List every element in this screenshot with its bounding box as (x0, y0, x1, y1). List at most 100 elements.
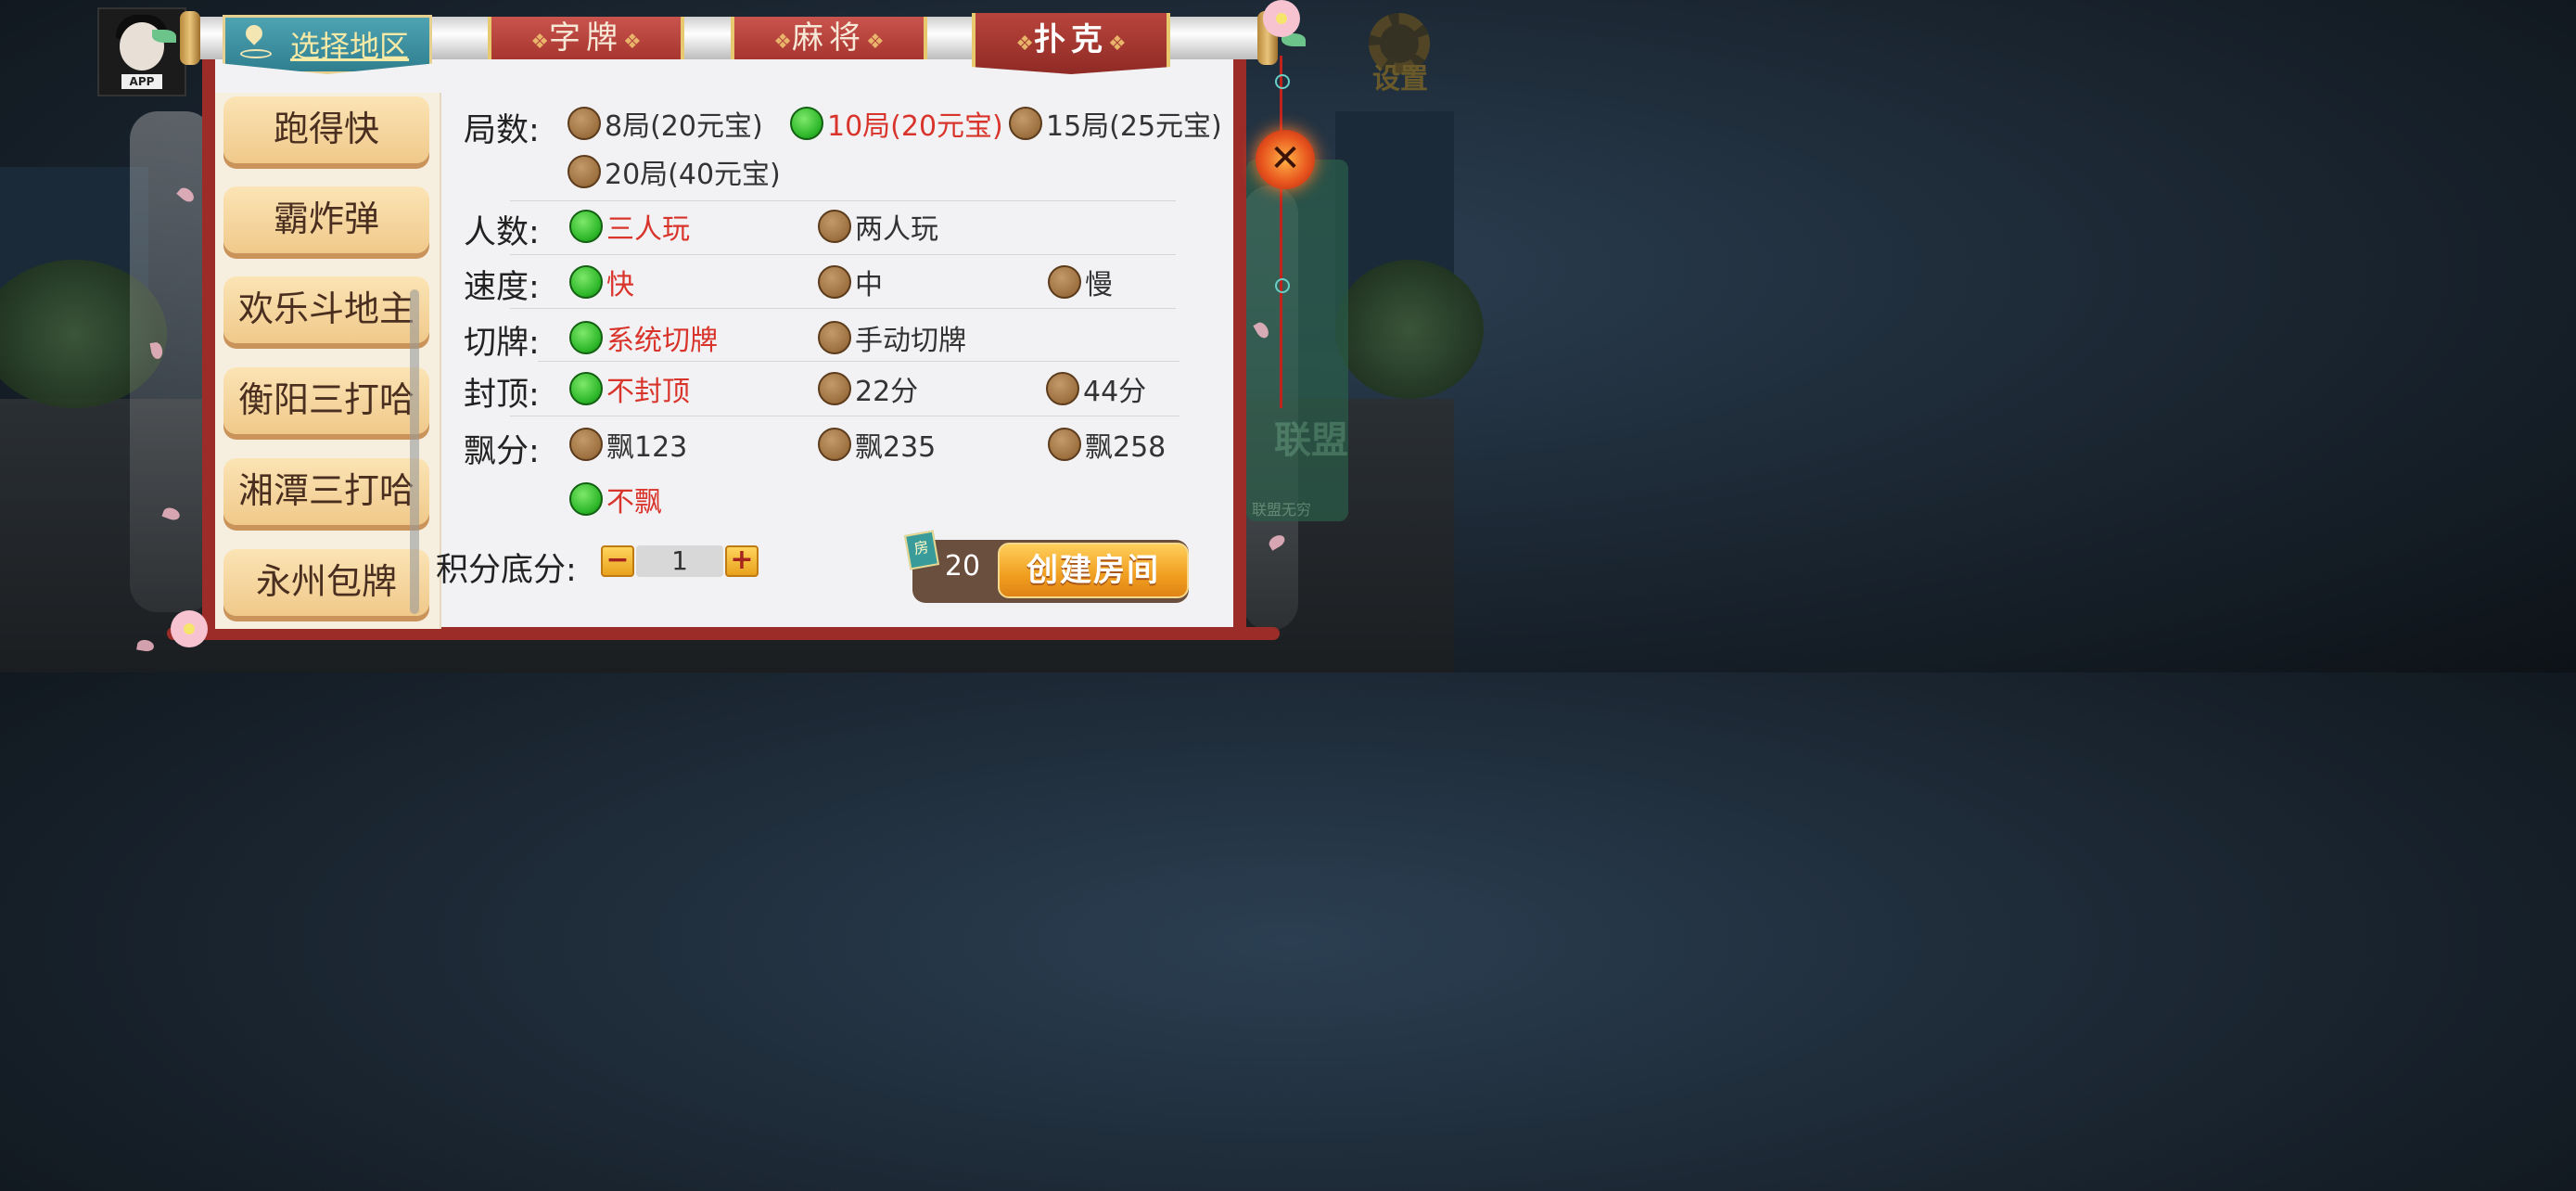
ornament-icon: ❖ (1015, 32, 1034, 56)
radio-dot (818, 321, 851, 354)
tab-label: 麻将 (792, 19, 866, 57)
speed-option-medium[interactable]: 中 (818, 263, 883, 301)
option-label: 快 (606, 269, 634, 301)
hanging-string (1280, 56, 1282, 408)
sidebar-item-yongzhou[interactable]: 永州包牌 (223, 549, 429, 616)
flower-decoration (171, 610, 208, 647)
option-label: 飘235 (855, 431, 937, 464)
string-bead (1275, 278, 1290, 293)
sidebar-item-paodekuai[interactable]: 跑得快 (223, 96, 429, 163)
option-label: 系统切牌 (606, 325, 718, 357)
room-card-icon: 房 (903, 530, 940, 570)
option-label: 三人玩 (606, 213, 690, 246)
cap-option-22[interactable]: 22分 (818, 370, 918, 408)
float-option-235[interactable]: 飘235 (818, 426, 937, 464)
option-label: 20局(40元宝) (605, 159, 781, 191)
option-label: 飘123 (606, 431, 688, 464)
option-label: 8局(20元宝) (605, 110, 763, 143)
row-divider (510, 254, 1176, 255)
radio-dot (1048, 428, 1081, 461)
alliance-title: 联盟 (1274, 419, 1348, 462)
radio-dot (1009, 107, 1042, 140)
sidebar-scrollbar[interactable] (410, 289, 419, 614)
speed-label: 速度: (464, 269, 540, 306)
cap-label: 封顶: (464, 377, 540, 414)
float-label: 飘分: (464, 433, 540, 470)
radio-dot (818, 265, 851, 299)
option-label: 两人玩 (855, 213, 938, 246)
location-pin-base (240, 49, 272, 58)
radio-dot (567, 107, 601, 140)
background-silk (130, 111, 213, 612)
ornament-icon: ❖ (866, 31, 885, 54)
radio-dot-selected (569, 265, 603, 299)
cap-option-44[interactable]: 44分 (1046, 370, 1146, 408)
select-region-label: 选择地区 (290, 29, 410, 64)
radio-dot (818, 428, 851, 461)
tab-puke[interactable]: ❖扑克❖ (972, 13, 1170, 74)
tab-zipai[interactable]: ❖字牌❖ (488, 17, 684, 59)
leaf-decoration (152, 30, 176, 43)
tab-majiang[interactable]: ❖麻将❖ (731, 17, 927, 59)
radio-dot (567, 155, 601, 188)
float-option-none[interactable]: 不飘 (569, 480, 662, 519)
sidebar-item-hengyang[interactable]: 衡阳三打哈 (223, 367, 429, 434)
radio-dot (569, 428, 603, 461)
cut-option-manual[interactable]: 手动切牌 (818, 319, 966, 357)
rounds-option-8[interactable]: 8局(20元宝) (567, 105, 763, 143)
radio-dot (1046, 372, 1079, 405)
score-value: 1 (636, 545, 723, 577)
row-divider (538, 361, 1180, 362)
players-option-3[interactable]: 三人玩 (569, 208, 690, 246)
option-label: 慢 (1085, 269, 1113, 301)
float-option-258[interactable]: 飘258 (1048, 426, 1167, 464)
speed-option-fast[interactable]: 快 (569, 263, 634, 301)
radio-dot-selected (569, 321, 603, 354)
float-option-123[interactable]: 飘123 (569, 426, 688, 464)
score-plus-button[interactable]: + (725, 545, 759, 577)
sidebar-item-xiangtan[interactable]: 湘潭三打哈 (223, 458, 429, 525)
sidebar-item-bazhadan[interactable]: 霸炸弹 (223, 186, 429, 253)
radio-dot-selected (569, 482, 603, 516)
cut-option-system[interactable]: 系统切牌 (569, 319, 718, 357)
score-minus-button[interactable]: − (601, 545, 634, 577)
tab-label: 字牌 (549, 19, 623, 57)
cap-option-none[interactable]: 不封顶 (569, 370, 690, 408)
option-label: 不飘 (606, 486, 662, 519)
close-button[interactable]: ✕ (1256, 130, 1315, 189)
players-option-2[interactable]: 两人玩 (818, 208, 938, 246)
settings-label: 设置 (1372, 63, 1428, 96)
location-pin-icon (242, 21, 266, 45)
speed-option-slow[interactable]: 慢 (1048, 263, 1113, 301)
ornament-icon: ❖ (1108, 32, 1127, 56)
rounds-option-10[interactable]: 10局(20元宝) (790, 105, 1003, 143)
option-label: 中 (855, 269, 883, 301)
rounds-label: 局数: (464, 112, 540, 149)
ornament-icon: ❖ (623, 31, 642, 54)
create-room-button[interactable]: 创建房间 (998, 543, 1189, 598)
radio-dot-selected (790, 107, 823, 140)
rounds-option-15[interactable]: 15局(25元宝) (1009, 105, 1222, 143)
row-divider (510, 200, 1176, 201)
radio-dot-selected (569, 372, 603, 405)
alliance-panel: 联盟 联盟无穷 (1246, 160, 1348, 521)
rounds-option-20[interactable]: 20局(40元宝) (567, 153, 781, 191)
option-label: 10局(20元宝) (827, 110, 1003, 143)
row-divider (510, 308, 1176, 309)
option-label: 不封顶 (606, 376, 690, 408)
select-region-tab[interactable]: 选择地区 (223, 15, 432, 74)
settings-button[interactable]: 设置 (1363, 7, 1437, 96)
option-label: 飘258 (1085, 431, 1167, 464)
tab-label: 扑克 (1034, 21, 1108, 58)
user-avatar[interactable]: APP (97, 7, 186, 96)
scroll-bottom-rod (167, 627, 1280, 640)
radio-dot-selected (569, 210, 603, 243)
radio-dot (1048, 265, 1081, 299)
option-label: 手动切牌 (855, 325, 966, 357)
ornament-icon: ❖ (530, 31, 549, 54)
radio-dot (818, 372, 851, 405)
sidebar-item-doudizhu[interactable]: 欢乐斗地主 (223, 276, 429, 343)
cut-label: 切牌: (464, 325, 540, 362)
alliance-subtitle: 联盟无穷 (1252, 501, 1312, 519)
players-label: 人数: (464, 214, 540, 251)
